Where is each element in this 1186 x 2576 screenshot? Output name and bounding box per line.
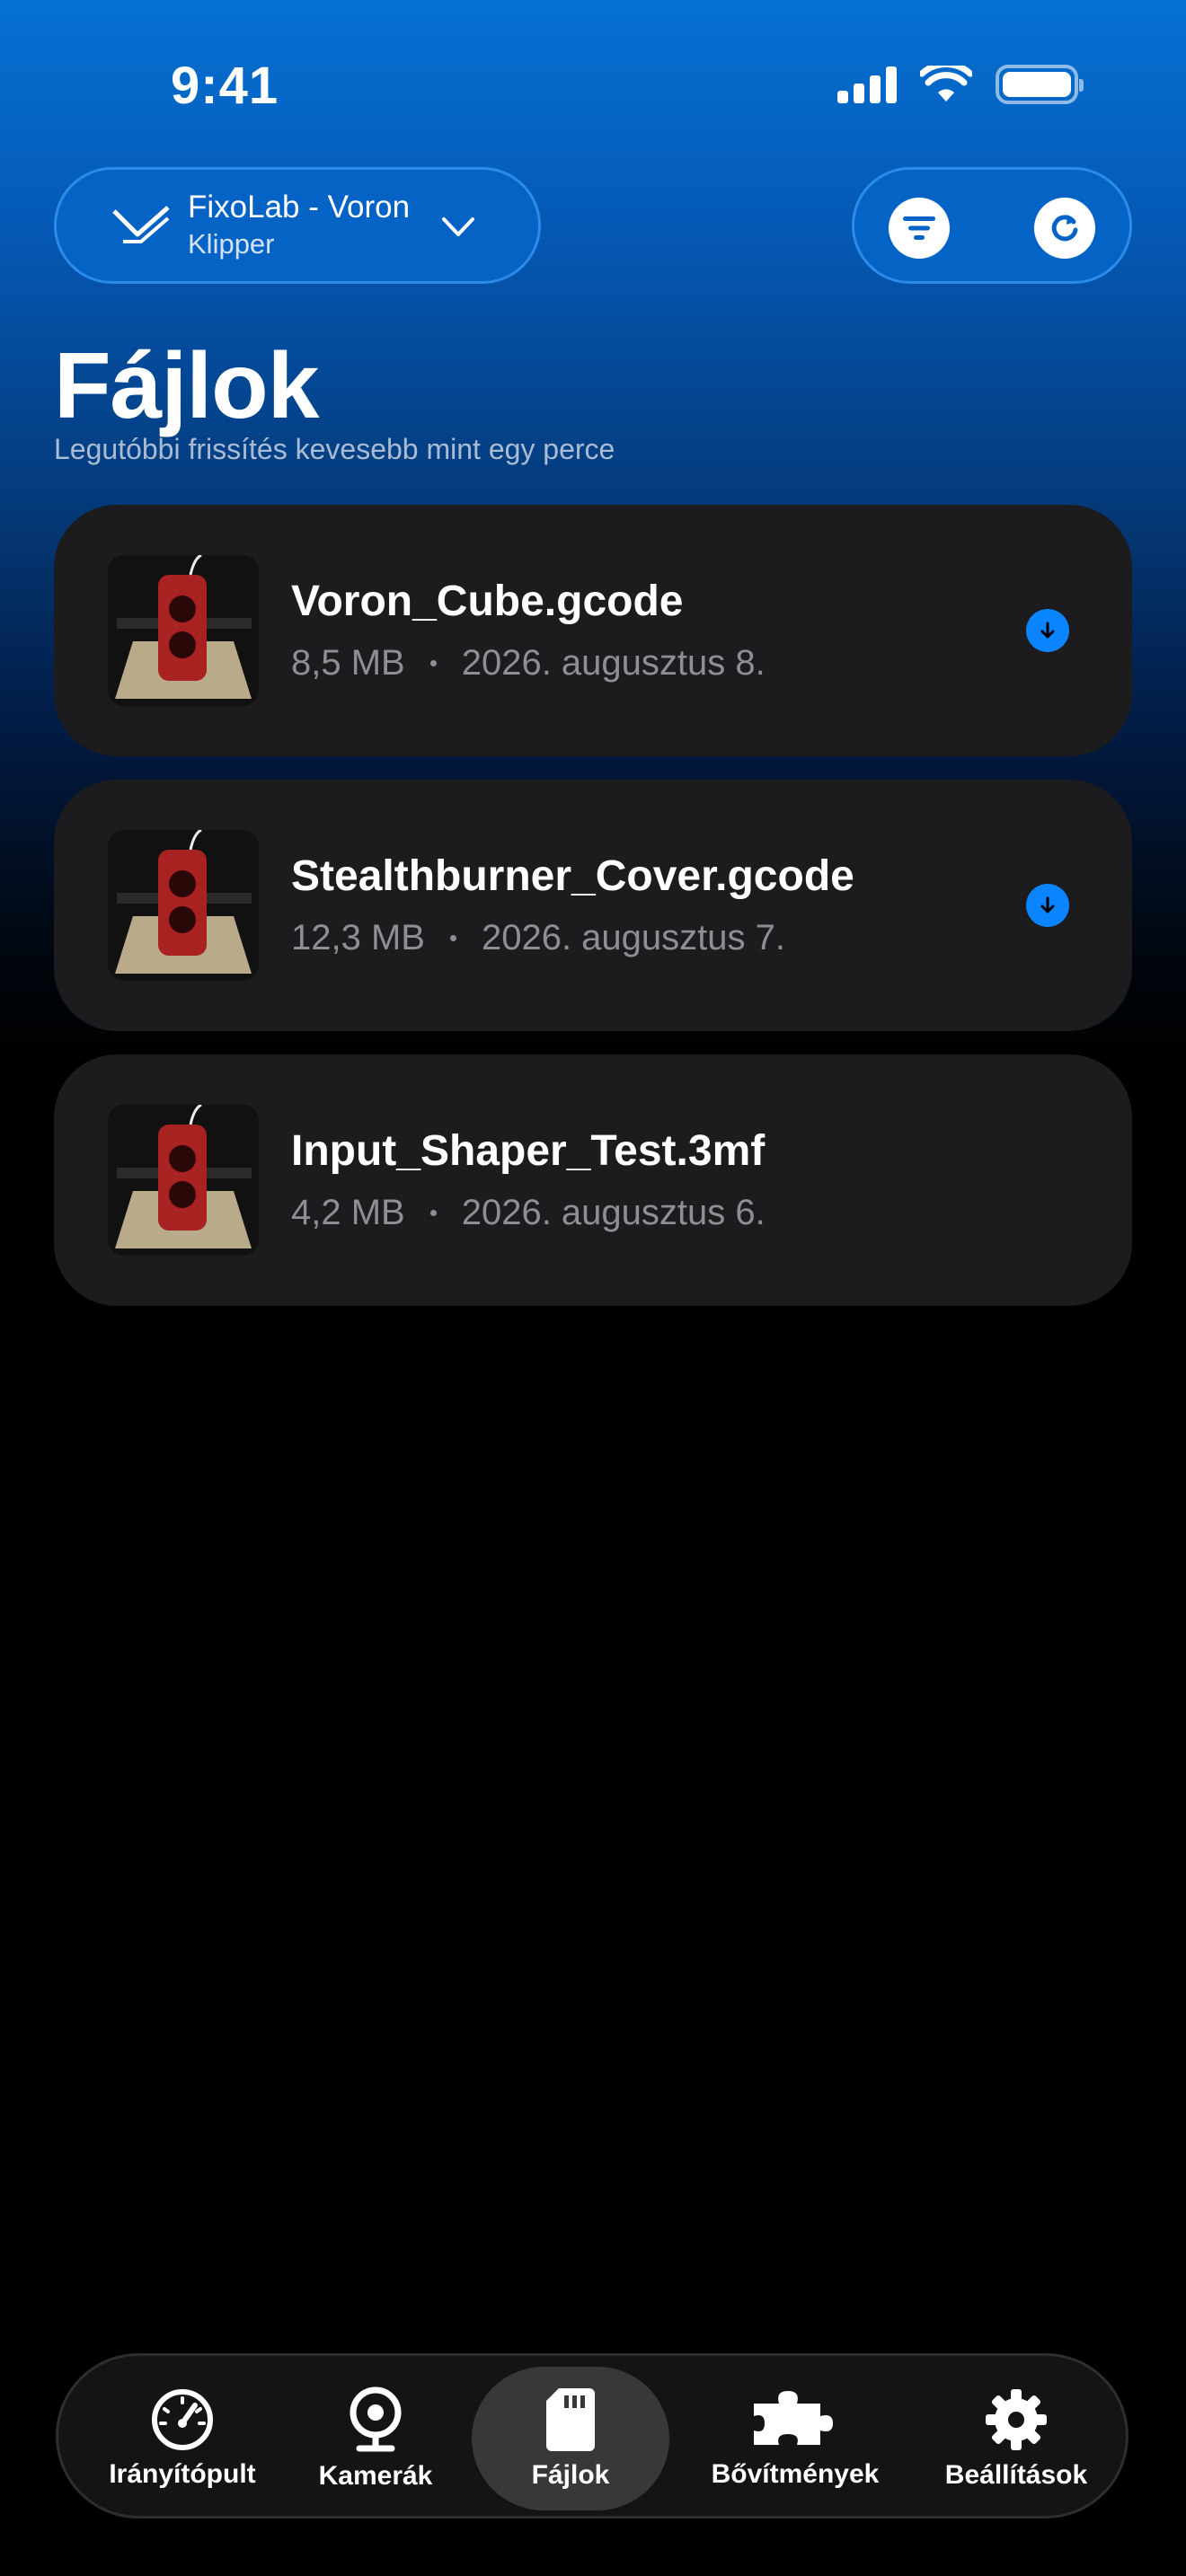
- tab-extensions[interactable]: Bővítmények: [687, 2367, 903, 2510]
- file-thumbnail: [108, 830, 259, 981]
- refresh-button[interactable]: [1034, 198, 1095, 259]
- page-title: Fájlok: [54, 334, 320, 438]
- separator-dot: [449, 935, 456, 941]
- file-size: 4,2 MB: [291, 1193, 405, 1232]
- separator-dot: [429, 1210, 437, 1216]
- status-bar: 9:41: [0, 0, 1186, 171]
- file-name: Voron_Cube.gcode: [291, 578, 684, 625]
- tab-label: Fájlok: [531, 2460, 610, 2490]
- chevron-down-icon: [442, 217, 474, 236]
- file-size: 12,3 MB: [291, 918, 425, 957]
- tab-dashboard[interactable]: Irányítópult: [93, 2367, 272, 2510]
- puzzle-icon: [754, 2391, 833, 2445]
- file-size: 8,5 MB: [291, 643, 405, 683]
- refresh-icon: [1051, 215, 1078, 242]
- sd-card-icon: [546, 2388, 595, 2451]
- download-button[interactable]: [1026, 884, 1069, 927]
- tab-files[interactable]: Fájlok: [472, 2367, 669, 2510]
- tab-cameras[interactable]: Kamerák: [308, 2367, 443, 2510]
- tab-label: Kamerák: [318, 2461, 433, 2491]
- separator-dot: [429, 660, 437, 666]
- file-thumbnail: [108, 1105, 259, 1256]
- gauge-icon: [152, 2389, 213, 2450]
- download-button[interactable]: [1026, 609, 1069, 652]
- filter-button[interactable]: [889, 198, 950, 259]
- file-name: Input_Shaper_Test.3mf: [291, 1127, 766, 1175]
- file-meta: 4,2 MB 2026. augusztus 6.: [291, 1193, 766, 1233]
- printer-logo-icon: [112, 206, 170, 243]
- file-card[interactable]: Input_Shaper_Test.3mf 4,2 MB 2026. augus…: [54, 1054, 1132, 1306]
- tab-label: Irányítópult: [109, 2459, 256, 2489]
- file-list: Voron_Cube.gcode 8,5 MB 2026. augusztus …: [54, 505, 1132, 1329]
- arrow-down-icon: [1040, 896, 1055, 913]
- filter-icon: [903, 216, 935, 240]
- status-time: 9:41: [171, 57, 279, 115]
- printer-name: FixoLab - Voron: [188, 190, 411, 225]
- wifi-icon: [920, 66, 972, 101]
- gear-icon: [986, 2389, 1047, 2450]
- file-name: Stealthburner_Cover.gcode: [291, 852, 854, 900]
- file-meta: 12,3 MB 2026. augusztus 7.: [291, 918, 785, 958]
- webcam-icon: [350, 2386, 402, 2452]
- file-date: 2026. augusztus 7.: [481, 918, 785, 957]
- header-actions: [852, 167, 1132, 284]
- tab-bar: Irányítópult Kamerák Fájlok Bővítmények: [56, 2353, 1128, 2519]
- battery-icon: [996, 65, 1084, 104]
- file-card[interactable]: Stealthburner_Cover.gcode 12,3 MB 2026. …: [54, 780, 1132, 1031]
- printer-firmware: Klipper: [188, 228, 275, 260]
- arrow-down-icon: [1040, 622, 1055, 639]
- file-date: 2026. augusztus 6.: [461, 1193, 766, 1232]
- tab-settings[interactable]: Beállítások: [926, 2367, 1106, 2510]
- tab-label: Beállítások: [944, 2460, 1088, 2490]
- tab-label: Bővítmények: [711, 2459, 880, 2489]
- cellular-signal-icon: [837, 66, 897, 103]
- printer-selector[interactable]: FixoLab - Voron Klipper: [54, 167, 541, 284]
- status-icons: [837, 65, 1084, 104]
- file-meta: 8,5 MB 2026. augusztus 8.: [291, 643, 766, 684]
- file-thumbnail: [108, 555, 259, 706]
- last-refresh-text: Legutóbbi frissítés kevesebb mint egy pe…: [54, 433, 615, 465]
- file-card[interactable]: Voron_Cube.gcode 8,5 MB 2026. augusztus …: [54, 505, 1132, 756]
- file-date: 2026. augusztus 8.: [461, 643, 766, 683]
